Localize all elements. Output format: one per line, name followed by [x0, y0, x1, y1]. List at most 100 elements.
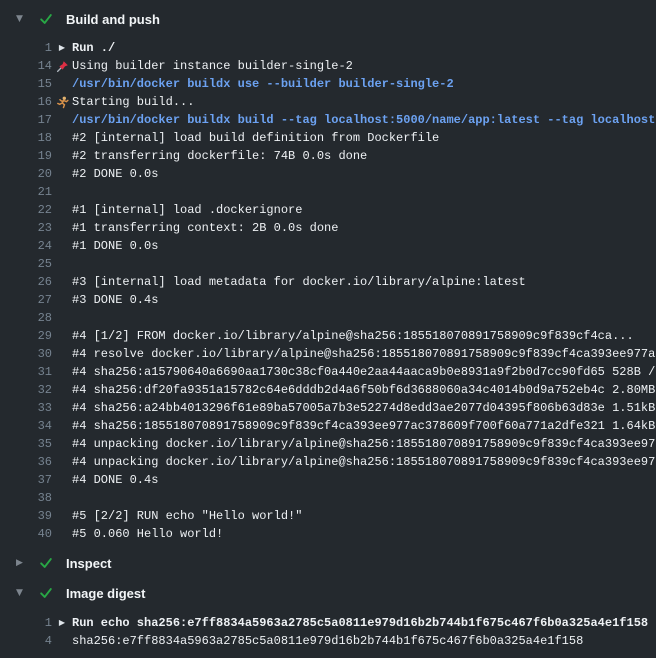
- line-gutter: [52, 417, 72, 435]
- section-inspect: ▶Inspect: [0, 548, 656, 578]
- log-line: 39 #5 [2/2] RUN echo "Hello world!": [0, 507, 656, 525]
- line-gutter: [52, 399, 72, 417]
- line-gutter: [52, 165, 72, 183]
- log-text: #3 DONE 0.4s: [72, 291, 158, 309]
- chevron-down-icon: ▼: [16, 589, 26, 598]
- log-line: 35#4 unpacking docker.io/library/alpine@…: [0, 435, 656, 453]
- line-number[interactable]: 27: [0, 291, 52, 309]
- section-log-body: 1▶Run ./14Using builder instance builder…: [0, 38, 656, 548]
- line-gutter: [52, 632, 72, 650]
- line-number[interactable]: 29: [0, 327, 52, 345]
- line-number[interactable]: 22: [0, 201, 52, 219]
- log-line: 1▶Run echo sha256:e7ff8834a5963a2785c5a0…: [0, 614, 656, 632]
- line-gutter: [52, 507, 72, 525]
- log-line: 24#1 DONE 0.0s: [0, 237, 656, 255]
- line-gutter: [52, 453, 72, 471]
- log-text: /usr/bin/docker buildx use --builder bui…: [72, 75, 454, 93]
- log-line: 18 #2 [internal] load build definition fr…: [0, 129, 656, 147]
- log-text: #4 sha256:a24bb4013296f61e89ba57005a7b3e…: [72, 399, 656, 417]
- line-number[interactable]: 36: [0, 453, 52, 471]
- line-number[interactable]: 35: [0, 435, 52, 453]
- log-line: 40#5 0.060 Hello world!: [0, 525, 656, 543]
- log-line: 36 #4 unpacking docker.io/library/alpine@…: [0, 453, 656, 471]
- line-number[interactable]: 1: [0, 39, 52, 57]
- line-gutter: [52, 345, 72, 363]
- line-number[interactable]: 4: [0, 632, 52, 650]
- line-number[interactable]: 21: [0, 183, 52, 201]
- runner-icon: [56, 96, 69, 109]
- line-number[interactable]: 33: [0, 399, 52, 417]
- log-text: #4 sha256:185518070891758909c9f839cf4ca3…: [72, 417, 656, 435]
- log-text: #4 unpacking docker.io/library/alpine@sh…: [72, 453, 656, 471]
- log-text: #4 [1/2] FROM docker.io/library/alpine@s…: [72, 327, 634, 345]
- line-gutter: [52, 201, 72, 219]
- log-text: #2 [internal] load build definition from…: [72, 129, 439, 147]
- line-number[interactable]: 37: [0, 471, 52, 489]
- expand-toggle-icon[interactable]: ▶: [59, 44, 65, 52]
- line-gutter: [52, 327, 72, 345]
- log-line: 1▶Run ./: [0, 39, 656, 57]
- line-number[interactable]: 34: [0, 417, 52, 435]
- line-gutter: [52, 147, 72, 165]
- log-text: /usr/bin/docker buildx build --tag local…: [72, 111, 656, 129]
- line-number[interactable]: 28: [0, 309, 52, 327]
- line-number[interactable]: 32: [0, 381, 52, 399]
- check-icon: [39, 586, 53, 600]
- line-number[interactable]: 24: [0, 237, 52, 255]
- line-number[interactable]: 16: [0, 93, 52, 111]
- expand-toggle-icon[interactable]: ▶: [59, 619, 65, 627]
- line-number[interactable]: 26: [0, 273, 52, 291]
- section-build-and-push: ▼Build and push1▶Run ./14Using builder i…: [0, 0, 656, 548]
- line-number[interactable]: 14: [0, 57, 52, 75]
- log-line: 15/usr/bin/docker buildx use --builder b…: [0, 75, 656, 93]
- log-line: 21: [0, 183, 656, 201]
- line-number[interactable]: 23: [0, 219, 52, 237]
- line-gutter: [52, 111, 72, 129]
- line-gutter: [52, 219, 72, 237]
- log-text: #4 DONE 0.4s: [72, 471, 158, 489]
- log-line: 38: [0, 489, 656, 507]
- section-title: Inspect: [66, 556, 112, 571]
- log-line: 37 #4 DONE 0.4s: [0, 471, 656, 489]
- line-gutter: ▶: [52, 39, 72, 57]
- log-text: #5 [2/2] RUN echo "Hello world!": [72, 507, 302, 525]
- log-line: 26#3 [internal] load metadata for docker…: [0, 273, 656, 291]
- line-gutter: [52, 183, 72, 201]
- line-gutter: [52, 237, 72, 255]
- log-text: Using builder instance builder-single-2: [72, 57, 353, 75]
- line-number[interactable]: 19: [0, 147, 52, 165]
- line-number[interactable]: 25: [0, 255, 52, 273]
- line-number[interactable]: 40: [0, 525, 52, 543]
- line-number[interactable]: 30: [0, 345, 52, 363]
- line-number[interactable]: 1: [0, 614, 52, 632]
- log-line: 32 #4 sha256:df20fa9351a15782c64e6dddb2d4…: [0, 381, 656, 399]
- line-number[interactable]: 31: [0, 363, 52, 381]
- check-icon: [39, 556, 53, 570]
- section-title: Build and push: [66, 12, 160, 27]
- section-log-body: 1▶Run echo sha256:e7ff8834a5963a2785c5a0…: [0, 608, 656, 655]
- log-text: #2 DONE 0.0s: [72, 165, 158, 183]
- chevron-down-icon: ▼: [16, 15, 26, 24]
- log-text: #1 transferring context: 2B 0.0s done: [72, 219, 338, 237]
- section-header-build-and-push[interactable]: ▼ Build and push: [0, 0, 656, 38]
- line-gutter: [52, 363, 72, 381]
- log-line: 25: [0, 255, 656, 273]
- check-icon: [39, 12, 53, 26]
- log-line: 16Starting build...: [0, 93, 656, 111]
- line-number[interactable]: 39: [0, 507, 52, 525]
- log-text: #4 sha256:df20fa9351a15782c64e6dddb2d4a6…: [72, 381, 656, 399]
- line-number[interactable]: 15: [0, 75, 52, 93]
- line-gutter: [52, 489, 72, 507]
- line-number[interactable]: 38: [0, 489, 52, 507]
- line-number[interactable]: 20: [0, 165, 52, 183]
- section-header-image-digest[interactable]: ▼Image digest: [0, 578, 656, 608]
- log-line: 4sha256:e7ff8834a5963a2785c5a0811e979d16…: [0, 632, 656, 650]
- line-gutter: [52, 75, 72, 93]
- line-number[interactable]: 17: [0, 111, 52, 129]
- section-header-inspect[interactable]: ▶Inspect: [0, 548, 656, 578]
- line-number[interactable]: 18: [0, 129, 52, 147]
- line-gutter: [52, 291, 72, 309]
- line-gutter: [52, 129, 72, 147]
- log-line: 27 #3 DONE 0.4s: [0, 291, 656, 309]
- line-gutter: [52, 93, 72, 111]
